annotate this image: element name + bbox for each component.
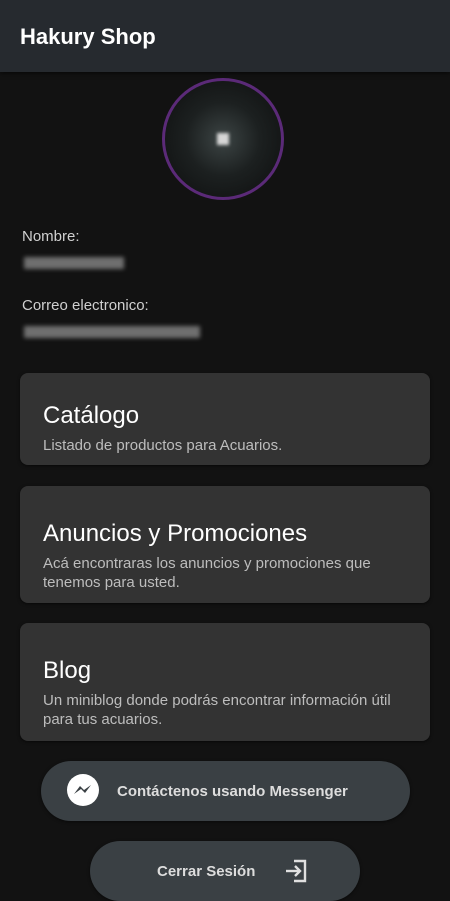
messenger-button-label: Contáctenos usando Messenger <box>117 783 348 800</box>
card-description: Un miniblog donde podrás encontrar infor… <box>43 692 391 728</box>
app-bar: Hakury Shop <box>0 0 450 72</box>
logout-button[interactable]: Cerrar Sesión <box>90 841 360 901</box>
card-description: Acá encontraras los anuncios y promocion… <box>43 555 371 591</box>
card-blog[interactable]: Blog Un miniblog donde podrás encontrar … <box>20 623 430 741</box>
name-label: Nombre: <box>22 228 80 245</box>
card-anuncios-promociones[interactable]: Anuncios y Promociones Acá encontraras l… <box>20 486 430 603</box>
card-catalogo[interactable]: Catálogo Listado de productos para Acuar… <box>20 373 430 465</box>
logout-icon <box>283 858 309 884</box>
name-value-redacted <box>24 257 124 269</box>
card-title: Anuncios y Promociones <box>43 520 308 547</box>
email-label: Correo electronico: <box>22 297 149 314</box>
email-value-redacted <box>24 326 200 338</box>
profile-avatar <box>162 78 284 200</box>
card-description: Listado de productos para Acuarios. <box>43 437 283 454</box>
card-title: Catálogo <box>43 402 140 429</box>
app-title: Hakury Shop <box>20 24 156 49</box>
messenger-icon <box>65 773 101 809</box>
card-title: Blog <box>43 657 92 684</box>
messenger-contact-button[interactable]: Contáctenos usando Messenger <box>41 761 410 821</box>
logout-button-label: Cerrar Sesión <box>157 863 256 880</box>
avatar-image-placeholder <box>217 133 229 145</box>
